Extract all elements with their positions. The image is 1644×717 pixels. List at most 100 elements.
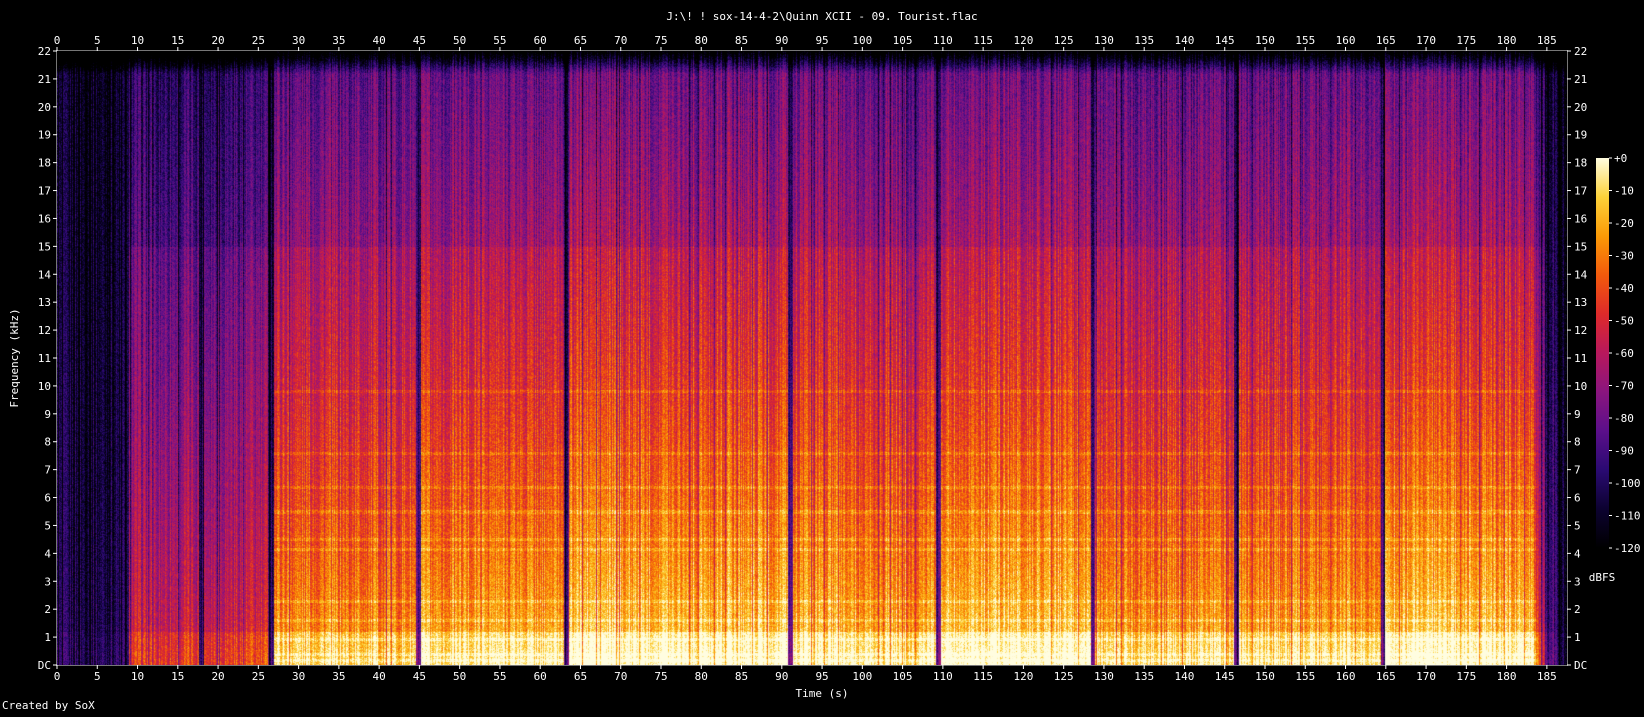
y-tick-label-left: 15 <box>38 240 51 253</box>
colorbar-ticks: +0 -10 -20 -30 -40 -50 -60 -70 -80 -90 -100 -110 -12… <box>1609 152 1641 555</box>
y-tick-label-left: DC <box>38 659 51 672</box>
x-tick-label-bottom: 5 <box>94 670 101 683</box>
x-tick-label-top: 40 <box>373 34 386 47</box>
x-tick-label-top: 115 <box>973 34 993 47</box>
y-tick-label-left: 11 <box>38 352 51 365</box>
x-tick-label-top: 160 <box>1336 34 1356 47</box>
x-tick-label-top: 155 <box>1295 34 1315 47</box>
y-tick-label-left: 4 <box>44 547 51 560</box>
y-tick-label-left: 6 <box>44 492 51 505</box>
x-tick-label-bottom: 175 <box>1456 670 1476 683</box>
x-tick-label-bottom: 85 <box>735 670 748 683</box>
y-tick-label-right: 14 <box>1574 268 1588 281</box>
x-tick-label-bottom: 120 <box>1013 670 1033 683</box>
y-tick-label-right: 22 <box>1574 45 1587 58</box>
spectrogram-chart: J:\! ! sox-14-4-2\Quinn XCII - 09. Touri… <box>2 10 1641 712</box>
spectrogram-window: J:\! ! sox-14-4-2\Quinn XCII - 09. Touri… <box>0 0 1644 713</box>
y-tick-label-left: 5 <box>44 519 51 532</box>
x-tick-label-top: 125 <box>1054 34 1074 47</box>
x-tick-label-top: 175 <box>1456 34 1476 47</box>
x-tick-label-bottom: 115 <box>973 670 993 683</box>
x-tick-label-bottom: 100 <box>852 670 872 683</box>
y-tick-label-left: 18 <box>38 157 51 170</box>
x-tick-label-bottom: 0 <box>54 670 61 683</box>
y-tick-label-right: 18 <box>1574 157 1587 170</box>
x-axis-top: 0 5 10 15 20 25 30 35 40 45 50 55 60 65 70 75 80 85 90 95 10… <box>54 34 1557 51</box>
x-tick-label-top: 25 <box>252 34 265 47</box>
x-tick-label-top: 70 <box>614 34 627 47</box>
y-tick-label-left: 16 <box>38 212 51 225</box>
x-tick-label-top: 30 <box>292 34 305 47</box>
y-tick-label-right: 2 <box>1574 603 1581 616</box>
x-tick-label-top: 75 <box>654 34 667 47</box>
y-tick-label-right: 12 <box>1574 324 1587 337</box>
x-tick-label-top: 165 <box>1376 34 1396 47</box>
x-tick-label-bottom: 140 <box>1175 670 1195 683</box>
y-tick-label-left: 20 <box>38 101 51 114</box>
y-tick-label-right: 19 <box>1574 129 1587 142</box>
x-tick-label-top: 150 <box>1255 34 1275 47</box>
colorbar-tick-label: +0 <box>1614 152 1627 165</box>
x-tick-label-top: 180 <box>1497 34 1517 47</box>
x-tick-label-top: 35 <box>332 34 345 47</box>
colorbar-tick-label: -100 <box>1614 477 1641 490</box>
x-tick-label-bottom: 165 <box>1376 670 1396 683</box>
y-tick-label-left: 3 <box>44 575 51 588</box>
x-tick-label-top: 65 <box>574 34 587 47</box>
x-tick-label-top: 130 <box>1094 34 1114 47</box>
x-tick-label-top: 90 <box>775 34 788 47</box>
x-tick-label-top: 55 <box>493 34 506 47</box>
x-tick-label-top: 5 <box>94 34 101 47</box>
x-tick-label-bottom: 40 <box>373 670 386 683</box>
x-tick-label-top: 140 <box>1175 34 1195 47</box>
y-tick-label-left: 1 <box>44 631 51 644</box>
colorbar-tick-label: -50 <box>1614 315 1634 328</box>
y-tick-label-right: 4 <box>1574 547 1581 560</box>
x-tick-label-bottom: 135 <box>1134 670 1154 683</box>
y-tick-label-right: 15 <box>1574 240 1587 253</box>
y-tick-label-left: 17 <box>38 185 51 198</box>
footer-credit: Created by SoX <box>2 699 95 712</box>
x-tick-label-bottom: 20 <box>211 670 224 683</box>
x-tick-label-bottom: 35 <box>332 670 345 683</box>
x-tick-label-top: 80 <box>695 34 708 47</box>
y-axis-left: DC12345678910111213141516171819202122 <box>38 45 57 672</box>
y-tick-label-right: 21 <box>1574 73 1587 86</box>
x-tick-label-bottom: 65 <box>574 670 587 683</box>
x-tick-label-top: 110 <box>933 34 953 47</box>
x-tick-label-bottom: 180 <box>1497 670 1517 683</box>
colorbar-tick-label: -30 <box>1614 250 1634 263</box>
x-tick-label-top: 20 <box>211 34 224 47</box>
y-tick-label-right: DC <box>1574 659 1587 672</box>
y-axis-label: Frequency (kHz) <box>8 308 21 407</box>
y-tick-label-left: 10 <box>38 380 51 393</box>
y-tick-label-left: 9 <box>44 408 51 421</box>
x-tick-label-top: 120 <box>1013 34 1033 47</box>
y-tick-label-right: 6 <box>1574 492 1581 505</box>
x-tick-label-bottom: 90 <box>775 670 788 683</box>
x-tick-label-top: 60 <box>534 34 547 47</box>
colorbar <box>1596 158 1609 548</box>
chart-title: J:\! ! sox-14-4-2\Quinn XCII - 09. Touri… <box>666 10 977 23</box>
spectrogram-plot-area <box>57 51 1567 665</box>
x-tick-label-bottom: 80 <box>695 670 708 683</box>
colorbar-tick-label: -90 <box>1614 445 1634 458</box>
x-tick-label-bottom: 55 <box>493 670 506 683</box>
x-tick-label-top: 15 <box>171 34 184 47</box>
y-tick-label-right: 8 <box>1574 436 1581 449</box>
x-tick-label-top: 170 <box>1416 34 1436 47</box>
x-tick-label-bottom: 45 <box>413 670 426 683</box>
y-axis-right: DC12345678910111213141516171819202122 <box>1567 45 1588 672</box>
y-tick-label-right: 20 <box>1574 101 1587 114</box>
colorbar-tick-label: -120 <box>1614 542 1641 555</box>
y-tick-label-left: 19 <box>38 129 51 142</box>
y-tick-label-right: 7 <box>1574 464 1581 477</box>
x-tick-label-bottom: 25 <box>252 670 265 683</box>
y-tick-label-right: 17 <box>1574 185 1587 198</box>
y-tick-label-right: 13 <box>1574 296 1587 309</box>
y-tick-label-right: 5 <box>1574 519 1581 532</box>
x-tick-label-bottom: 60 <box>534 670 547 683</box>
x-tick-label-bottom: 50 <box>453 670 466 683</box>
x-tick-label-top: 50 <box>453 34 466 47</box>
colorbar-tick-label: -110 <box>1614 510 1641 523</box>
